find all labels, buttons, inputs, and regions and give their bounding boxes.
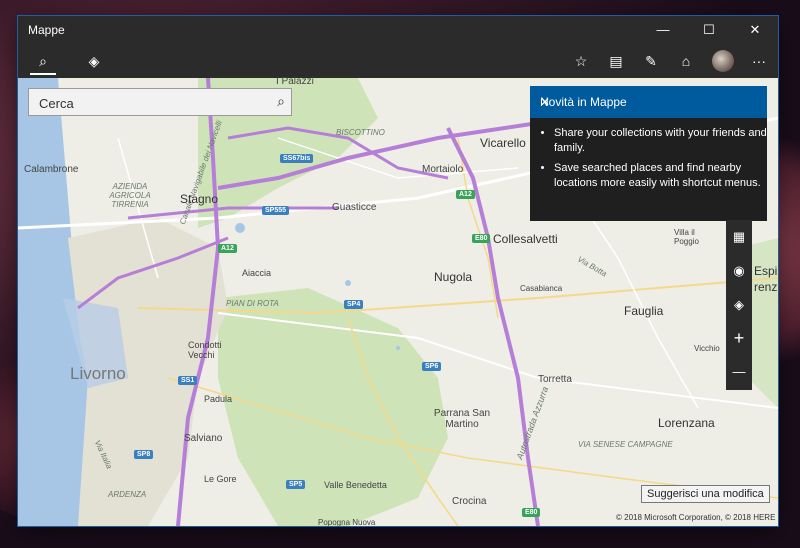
zoom-in-button[interactable]: +	[726, 322, 752, 355]
label-torretta: Torretta	[538, 374, 572, 385]
label-espin: Espin	[754, 264, 778, 278]
location-icon[interactable]: ◉	[726, 254, 752, 287]
label-stagno: Stagno	[180, 192, 219, 206]
layers-icon[interactable]: ◈	[726, 288, 752, 321]
label-parrana: Parrana San Martino	[433, 408, 491, 430]
window-title: Mappe	[28, 23, 65, 37]
search-input[interactable]	[37, 93, 261, 113]
label-legore: Le Gore	[204, 474, 237, 484]
maximize-button[interactable]: ☐	[686, 16, 732, 44]
search-box: ⌕	[28, 88, 292, 116]
zoom-out-button[interactable]: —	[726, 355, 752, 388]
shield-e80: E80	[522, 508, 541, 517]
label-livorno: Livorno	[70, 364, 126, 383]
shield-sp5: SP5	[286, 480, 306, 489]
label-fauglia: Fauglia	[624, 304, 664, 318]
more-icon[interactable]: ···	[746, 49, 772, 73]
label-valle: Valle Benedetta	[324, 480, 387, 490]
label-popogna: Popogna Nuova	[318, 518, 376, 526]
list-item: Save searched places and find nearby loc…	[554, 161, 767, 191]
label-crocina: Crocina	[452, 496, 487, 507]
label-mortaiolo: Mortaiolo	[422, 164, 464, 175]
shield-ss1: SS1	[178, 376, 198, 385]
close-button[interactable]: ✕	[732, 16, 778, 44]
shield-sp4: SP4	[344, 300, 364, 309]
label-vicarello: Vicarello	[480, 136, 526, 150]
panel-list: Share your collections with your friends…	[530, 126, 767, 191]
favorites-icon[interactable]: ☆	[568, 49, 594, 73]
label-aiaccia: Aiaccia	[242, 268, 272, 278]
title-bar: Mappe — ☐ ✕	[18, 16, 778, 44]
shield-e80: E80	[472, 234, 491, 243]
label-padula: Padula	[204, 394, 233, 404]
label-calambrone: Calambrone	[24, 164, 79, 175]
label-lorenzana: Lorenzana	[658, 416, 715, 430]
ink-icon[interactable]: ✎	[638, 49, 664, 73]
label-ipalazzi: I Palazzi	[276, 76, 314, 87]
label-ardenza: ARDENZA	[108, 490, 147, 499]
minimize-button[interactable]: —	[640, 16, 686, 44]
label-piandirota: PIAN DI ROTA	[226, 299, 279, 308]
label-guasticce: Guasticce	[332, 202, 377, 213]
suggest-edit-button[interactable]: Suggerisci una modifica	[641, 485, 770, 503]
close-icon[interactable]: ✕	[540, 95, 757, 109]
label-biscottino: BISCOTTINO	[336, 128, 385, 137]
collections-icon[interactable]: ▤	[603, 49, 629, 73]
park-area-2	[218, 288, 448, 526]
label-azienda: AZIENDA AGRICOLA TIRRENIA	[109, 182, 151, 209]
shield-a12: A12	[218, 244, 237, 253]
shield-sp555: SP555	[262, 206, 290, 215]
landmarks-icon[interactable]: ⌂	[673, 49, 699, 73]
search-icon[interactable]: ⌕	[277, 93, 285, 110]
label-villail: Villa il Poggio	[674, 228, 699, 246]
label-renza: renza	[754, 280, 778, 294]
shield-a12: A12	[456, 190, 475, 199]
map-canvas[interactable]: Calambrone AZIENDA AGRICOLA TIRRENIA Can…	[18, 76, 778, 526]
map-controls: ▦ ◉ ◈ + —	[726, 220, 752, 390]
search-icon[interactable]: ⌕	[30, 49, 56, 75]
map-view-icon[interactable]: ▦	[726, 220, 752, 253]
whats-new-panel: Novità in Mappe ✕ Share your collections…	[530, 86, 767, 221]
directions-icon[interactable]: ◈	[81, 49, 107, 73]
shield-sp8: SP8	[134, 450, 154, 459]
label-vicchio: Vicchio	[694, 344, 720, 353]
label-salviano: Salviano	[184, 433, 223, 444]
label-casabianca: Casabianca	[520, 284, 563, 293]
avatar[interactable]	[712, 50, 734, 72]
label-condotti: Condotti Vecchi	[188, 340, 222, 360]
label-viasen: VIA SENESE CAMPAGNE	[578, 440, 673, 449]
shield-ss67bis: SS67bis	[280, 154, 314, 163]
maps-window: Mappe — ☐ ✕ ⌕ ◈ ☆ ▤ ✎ ⌂ ··· Calambrone A…	[18, 16, 778, 526]
panel-header: Novità in Mappe ✕	[530, 86, 767, 118]
label-collesalvetti: Collesalvetti	[493, 232, 558, 246]
shield-sp6: SP6	[422, 362, 442, 371]
toolbar: ⌕ ◈ ☆ ▤ ✎ ⌂ ···	[18, 44, 778, 78]
label-nugola: Nugola	[434, 270, 473, 284]
copyright-text: © 2018 Microsoft Corporation, © 2018 HER…	[616, 513, 776, 522]
list-item: Share your collections with your friends…	[554, 126, 767, 156]
